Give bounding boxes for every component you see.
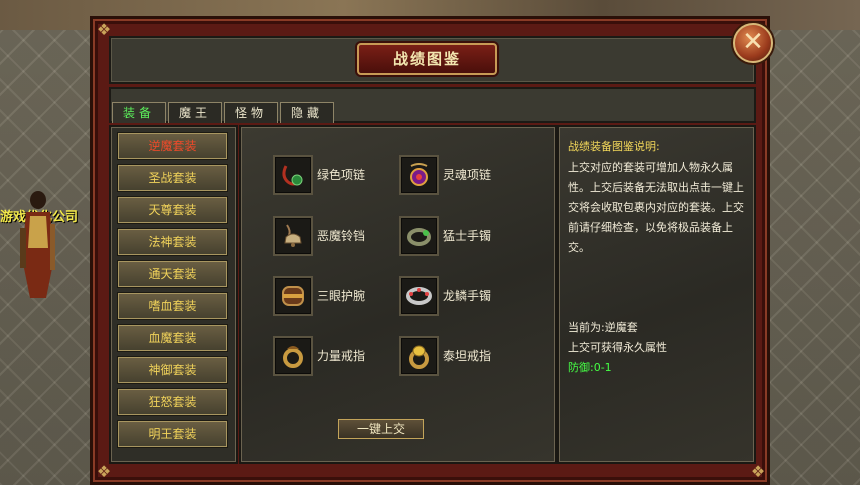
item-label: 灵魂项链 <box>443 168 492 182</box>
set-button-xuemo[interactable]: 血魔套装 <box>117 324 228 352</box>
submit-all-button[interactable]: 一键上交 <box>338 419 424 439</box>
titan-ring-icon <box>409 345 429 369</box>
item-slot[interactable] <box>273 155 313 195</box>
three-eye-bracer-icon <box>282 286 304 306</box>
tab-demon-king[interactable]: 魔王 <box>168 102 222 123</box>
set-button-kuangnu[interactable]: 狂怒套装 <box>117 388 228 416</box>
item-label: 恶魔铃铛 <box>317 229 366 243</box>
attribute-note: 上交可获得永久属性 <box>568 341 667 354</box>
description-body: 上交对应的套装可增加人物永久属性。上交后装备无法取出点击一键上交将会收取包裹内对… <box>568 161 744 254</box>
close-x-icon: ✕ <box>742 27 764 57</box>
item-label: 猛士手镯 <box>443 229 492 243</box>
item-slot[interactable] <box>399 155 439 195</box>
player-character <box>20 191 55 298</box>
description-panel: 战绩装备图鉴说明: 上交对应的套装可增加人物永久属性。上交后装备无法取出点击一键… <box>557 125 756 464</box>
defense-stat: 防御:0-1 <box>568 361 612 374</box>
set-button-nimo[interactable]: 逆魔套装 <box>117 132 228 160</box>
corner-ornament-icon: ❖ <box>750 462 766 481</box>
demon-bell-icon <box>284 224 302 247</box>
tab-equipment[interactable]: 装备 <box>112 102 166 123</box>
item-grid-panel: 绿色项链 灵魂项链 恶魔铃铛 猛士手镯 三眼护腕 龙鳞手镯 力量戒指 泰坦戒指 … <box>239 125 557 464</box>
item-label: 力量戒指 <box>317 349 366 363</box>
item-label: 泰坦戒指 <box>443 349 492 363</box>
current-set-text: 当前为:逆魔套 <box>568 321 638 334</box>
category-tabs: 装备 魔王 怪物 隐藏 <box>112 102 334 124</box>
soul-necklace-icon <box>410 163 428 186</box>
set-button-fashen[interactable]: 法神套装 <box>117 228 228 256</box>
set-button-mingwang[interactable]: 明王套装 <box>117 420 228 448</box>
set-button-tongtian[interactable]: 通天套装 <box>117 260 228 288</box>
item-label: 三眼护腕 <box>317 289 366 303</box>
item-label: 龙鳞手镯 <box>443 289 492 303</box>
item-slot[interactable] <box>273 336 313 376</box>
warrior-bracelet-icon <box>407 228 431 246</box>
window-title: 战绩图鉴 <box>357 43 497 75</box>
set-button-tianzun[interactable]: 天尊套装 <box>117 196 228 224</box>
set-button-shenyu[interactable]: 神御套装 <box>117 356 228 384</box>
battle-record-window: ❖ ❖ ❖ 战绩图鉴 ✕ 装备 魔王 怪物 隐藏 逆魔套装 圣战套装 天尊套装 … <box>90 16 773 485</box>
corner-ornament-icon: ❖ <box>96 462 112 481</box>
item-slot[interactable] <box>273 216 313 256</box>
item-slot[interactable] <box>399 216 439 256</box>
item-slot[interactable] <box>399 276 439 316</box>
set-button-shengzhan[interactable]: 圣战套装 <box>117 164 228 192</box>
set-list-panel: 逆魔套装 圣战套装 天尊套装 法神套装 通天套装 嗜血套装 血魔套装 神御套装 … <box>109 125 238 464</box>
tab-monster[interactable]: 怪物 <box>224 102 278 123</box>
set-button-shixue[interactable]: 嗜血套装 <box>117 292 228 320</box>
power-ring-icon <box>283 346 303 368</box>
item-slot[interactable] <box>273 276 313 316</box>
tab-hidden[interactable]: 隐藏 <box>280 102 334 123</box>
close-button[interactable]: ✕ <box>733 23 773 63</box>
green-necklace-icon <box>282 165 303 186</box>
description-title: 战绩装备图鉴说明: <box>568 140 660 153</box>
item-slot[interactable] <box>399 336 439 376</box>
item-label: 绿色项链 <box>317 168 366 182</box>
dragon-scale-bracelet-icon <box>406 287 432 305</box>
